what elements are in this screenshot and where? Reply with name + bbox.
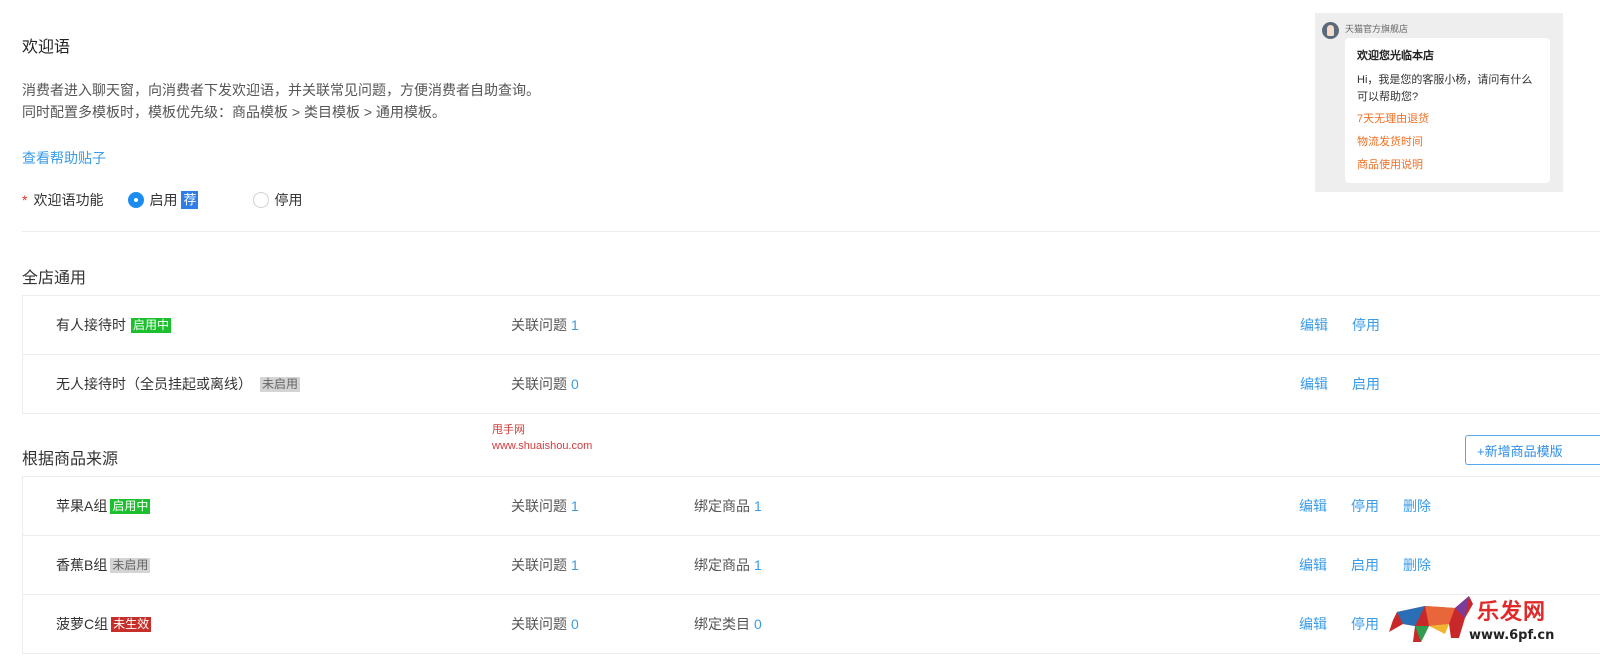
watermark-text: 甩手网 www.shuaishou.com [492, 422, 592, 454]
template-name: 有人接待时 [56, 317, 126, 333]
bind-count[interactable]: 1 [754, 498, 762, 514]
preview-shop-name: 天猫官方旗舰店 [1345, 24, 1409, 34]
edit-link[interactable]: 编辑 [1300, 355, 1328, 413]
preview-question: 商品使用说明 [1357, 159, 1423, 171]
template-name: 无人接待时（全员挂起或离线） [56, 376, 252, 392]
store-section-title: 全店通用 [22, 270, 87, 287]
recommend-tag: 荐 [181, 191, 199, 209]
bind-label: 绑定商品 [694, 498, 750, 514]
template-name: 香蕉B组 [56, 557, 108, 573]
enable-radio-label: 启用 [149, 192, 178, 208]
table-row: 苹果A组 启用中 关联问题 1 绑定商品 1 编辑 停用 删除 [22, 476, 1600, 536]
disable-radio[interactable]: 停用 [253, 190, 302, 210]
question-count[interactable]: 0 [571, 616, 579, 632]
enable-radio[interactable]: 启用 荐 [128, 190, 199, 210]
radio-unchecked-icon [253, 192, 270, 208]
edit-link[interactable]: 编辑 [1299, 536, 1327, 594]
preview-greeting-text: Hi，我是您的客服小杨，请问有什么可以帮助您? [1357, 74, 1533, 103]
disable-link[interactable]: 停用 [1351, 595, 1379, 653]
page-title: 欢迎语 [22, 39, 71, 56]
disable-radio-label: 停用 [274, 192, 303, 208]
table-row: 菠萝C组 未生效 关联问题 0 绑定类目 0 编辑 停用 [22, 594, 1600, 654]
description-line-2: 同时配置多模板时，模板优先级：商品模板 > 类目模板 > 通用模板。 [22, 104, 446, 120]
question-label: 关联问题 [511, 317, 567, 333]
logo-url: www.6pf.cn [1469, 628, 1555, 643]
question-label: 关联问题 [511, 498, 567, 514]
edit-link[interactable]: 编辑 [1299, 595, 1327, 653]
status-badge: 启用中 [131, 317, 172, 333]
enable-link[interactable]: 启用 [1351, 536, 1379, 594]
preview-question: 物流发货时间 [1357, 136, 1423, 148]
enable-link[interactable]: 启用 [1352, 355, 1380, 413]
template-name: 菠萝C组 [56, 616, 109, 632]
required-mark: * [22, 192, 28, 208]
disable-link[interactable]: 停用 [1351, 477, 1379, 535]
preview-greeting-title: 欢迎您光临本店 [1357, 50, 1434, 62]
question-label: 关联问题 [511, 616, 567, 632]
edit-link[interactable]: 编辑 [1300, 296, 1328, 354]
question-label: 关联问题 [511, 557, 567, 573]
radio-checked-icon [128, 192, 145, 208]
site-logo: 乐发网 www.6pf.cn [1385, 592, 1600, 652]
question-count[interactable]: 1 [571, 498, 579, 514]
welcome-switch-label: 欢迎语功能 [33, 192, 104, 208]
divider [22, 231, 1600, 232]
description-line-1: 消费者进入聊天窗，向消费者下发欢迎语，并关联常见问题，方便消费者自助查询。 [22, 82, 540, 98]
bind-label: 绑定类目 [694, 616, 750, 632]
bind-count[interactable]: 0 [754, 616, 762, 632]
delete-link[interactable]: 删除 [1403, 536, 1431, 594]
table-row: 无人接待时（全员挂起或离线） 未启用 关联问题 0 编辑 启用 [22, 354, 1600, 414]
add-product-template-button[interactable]: +新增商品模版 [1465, 435, 1600, 465]
welcome-switch-row: * 欢迎语功能 启用 荐 停用 [22, 189, 302, 211]
question-count[interactable]: 1 [571, 557, 579, 573]
table-row: 有人接待时 启用中 关联问题 1 编辑 停用 [22, 295, 1600, 355]
status-badge: 未启用 [110, 557, 151, 573]
table-row: 香蕉B组 未启用 关联问题 1 绑定商品 1 编辑 启用 删除 [22, 535, 1600, 595]
preview-message-bubble: 欢迎您光临本店 Hi，我是您的客服小杨，请问有什么可以帮助您? 7天无理由退货 … [1345, 38, 1550, 183]
disable-link[interactable]: 停用 [1352, 296, 1380, 354]
watermark-line-2: www.shuaishou.com [492, 440, 593, 452]
status-badge: 未启用 [260, 376, 301, 392]
question-count[interactable]: 1 [571, 317, 579, 333]
service-avatar-icon [1322, 22, 1339, 39]
bind-count[interactable]: 1 [754, 557, 762, 573]
logo-animal-icon [1389, 596, 1473, 642]
help-post-link[interactable]: 查看帮助贴子 [22, 148, 106, 168]
edit-link[interactable]: 编辑 [1299, 477, 1327, 535]
bind-label: 绑定商品 [694, 557, 750, 573]
chat-preview: 天猫官方旗舰店 欢迎您光临本店 Hi，我是您的客服小杨，请问有什么可以帮助您? … [1315, 13, 1563, 192]
watermark-line-1: 甩手网 [492, 424, 525, 436]
delete-link[interactable]: 删除 [1403, 477, 1431, 535]
logo-text: 乐发网 [1477, 599, 1547, 625]
product-section-title: 根据商品来源 [22, 451, 119, 468]
preview-question: 7天无理由退货 [1357, 113, 1430, 125]
question-label: 关联问题 [511, 376, 567, 392]
status-badge: 未生效 [111, 616, 152, 632]
question-count[interactable]: 0 [571, 376, 579, 392]
status-badge: 启用中 [110, 498, 151, 514]
page-description: 消费者进入聊天窗，向消费者下发欢迎语，并关联常见问题，方便消费者自助查询。 同时… [22, 79, 540, 123]
template-name: 苹果A组 [56, 498, 108, 514]
